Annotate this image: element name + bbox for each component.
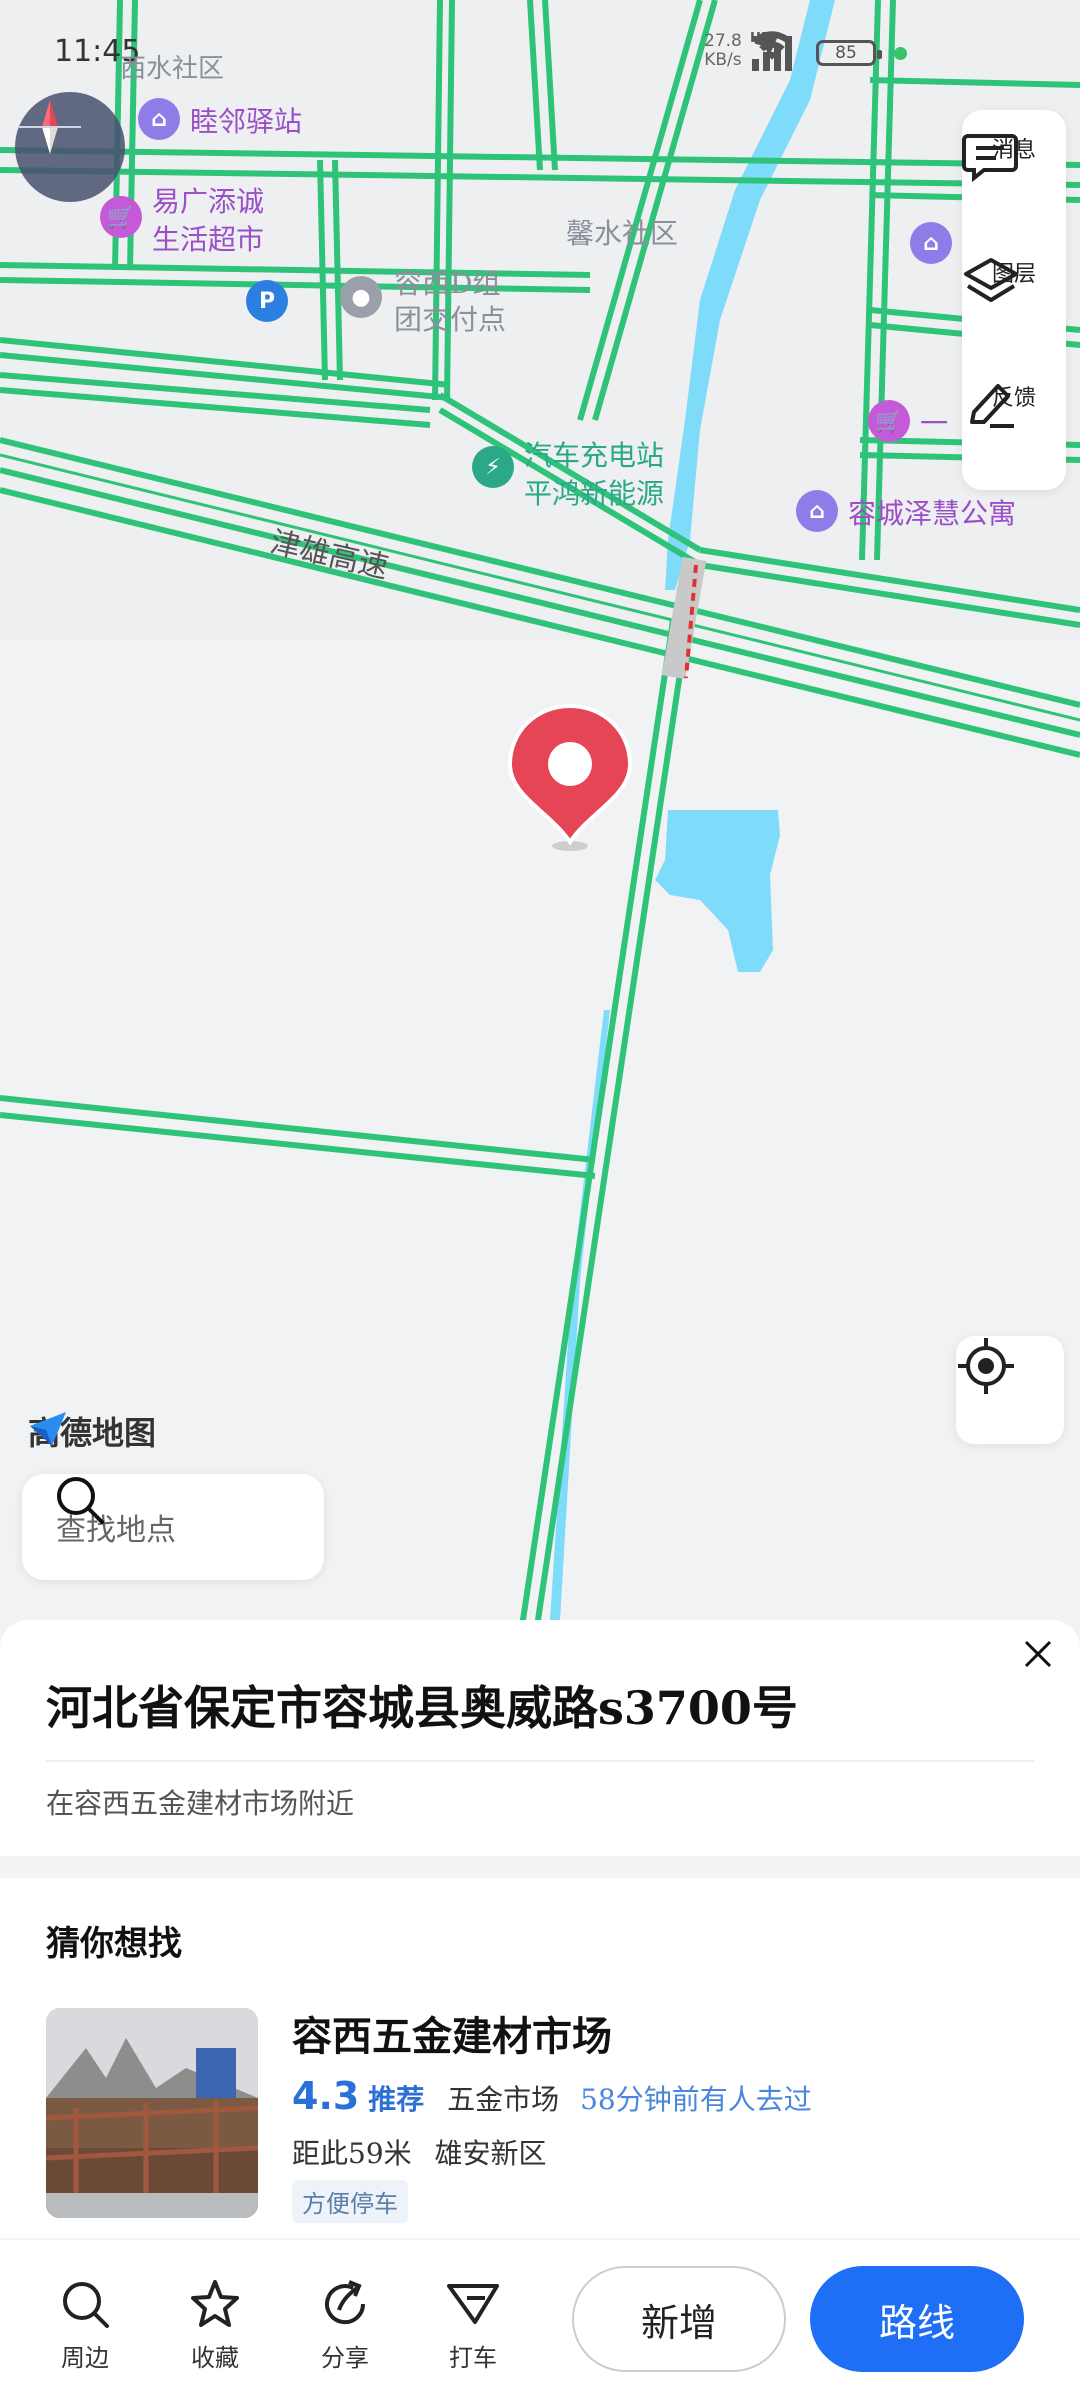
privacy-dot xyxy=(894,46,907,60)
shopping-cart-icon[interactable]: 🛒 xyxy=(868,400,910,442)
poi-recommend: 推荐 xyxy=(368,2083,425,2116)
feedback-button[interactable]: 反馈 xyxy=(962,380,1066,428)
pickup-point-icon[interactable]: ● xyxy=(340,276,382,318)
add-button[interactable]: 新增 xyxy=(572,2266,786,2372)
message-icon xyxy=(962,134,1018,182)
location-pin-icon[interactable] xyxy=(500,700,640,860)
poi-label-charging-line1[interactable]: 汽车充电站 xyxy=(524,434,664,474)
amap-logo: 高德地图 xyxy=(28,1408,156,1454)
share-button[interactable]: 分享 xyxy=(300,2278,390,2373)
favorite-button[interactable]: 收藏 xyxy=(170,2278,260,2373)
shopping-cart-icon[interactable]: 🛒 xyxy=(100,196,142,238)
route-button[interactable]: 路线 xyxy=(810,2266,1024,2372)
message-button[interactable]: 消息 xyxy=(962,132,1066,182)
poi-label-community: 馨水社区 xyxy=(566,217,679,250)
poi-tag: 方便停车 xyxy=(292,2180,408,2223)
speed-unit: KB/s xyxy=(704,50,742,70)
nearby-button[interactable]: 周边 xyxy=(40,2278,130,2373)
charging-station-icon[interactable]: ⚡ xyxy=(472,446,514,488)
hotel-icon[interactable]: ⌂ xyxy=(796,490,838,532)
map-tools-panel: 消息 图层 反馈 xyxy=(962,110,1066,490)
nearby-label: 周边 xyxy=(61,2344,109,2372)
status-icons: HD 85 xyxy=(750,28,907,78)
close-icon[interactable] xyxy=(1018,1634,1058,1674)
battery-indicator: 85 xyxy=(816,40,882,66)
place-address: 河北省保定市容城县奥威路s3700号 xyxy=(46,1681,798,1735)
taxi-button[interactable]: 打车 xyxy=(428,2278,518,2373)
poi-label-hostel[interactable]: 睦邻驿站 xyxy=(190,100,302,140)
hotel-icon[interactable]: ⌂ xyxy=(910,222,952,264)
search-icon xyxy=(63,2282,109,2328)
network-speed: 27.8 KB/s xyxy=(704,32,742,70)
share-label: 分享 xyxy=(321,2344,369,2372)
compass-icon xyxy=(19,100,81,154)
poi-label-market-line2[interactable]: 生活超市 xyxy=(152,218,264,258)
poi-label-zone: 西水社区 xyxy=(120,54,225,84)
search-box[interactable]: 查找地点 xyxy=(22,1474,324,1580)
wifi-icon xyxy=(751,31,793,60)
poi-name[interactable]: 容西五金建材市场 xyxy=(292,2004,612,2062)
parking-icon[interactable]: P xyxy=(246,280,288,322)
divider xyxy=(46,1760,1034,1762)
bottom-action-bar: 周边 收藏 分享 打车 新增 路线 xyxy=(0,2240,1080,2400)
locate-button[interactable] xyxy=(956,1336,1064,1444)
star-icon xyxy=(191,2280,239,2327)
compass-button[interactable] xyxy=(15,92,125,202)
speed-value: 27.8 xyxy=(704,31,742,51)
suggestion-card: 猜你想找 容西五金建材市场 4.3 推荐 五金市场 58分钟前有人去过 距此59… xyxy=(0,1878,1080,2238)
favorite-label: 收藏 xyxy=(191,2344,239,2372)
poi-photo[interactable] xyxy=(46,2008,258,2218)
poi-label-apartment[interactable]: 容城泽慧公寓 xyxy=(848,492,1016,532)
poi-distance: 距此59米 xyxy=(292,2137,412,2170)
poi-label-pickup-line2[interactable]: 团交付点 xyxy=(394,298,506,338)
layers-button[interactable]: 图层 xyxy=(962,256,1066,302)
layers-icon xyxy=(964,258,1018,302)
poi-label-shop-right[interactable]: 一 xyxy=(920,402,948,442)
amap-logo-icon xyxy=(30,1412,66,1446)
feedback-icon xyxy=(970,384,1014,428)
share-icon xyxy=(325,2280,366,2325)
poi-category: 五金市场 xyxy=(447,2083,560,2116)
poi-meta: 4.3 推荐 五金市场 58分钟前有人去过 xyxy=(292,2074,812,2118)
taxi-label: 打车 xyxy=(449,2344,497,2372)
nearby-landmark: 在容西五金建材市场附近 xyxy=(46,1787,355,1820)
address-card: 河北省保定市容城县奥威路s3700号 在容西五金建材市场附近 xyxy=(0,1620,1080,1856)
poi-location: 距此59米 雄安新区 xyxy=(292,2132,547,2172)
search-icon xyxy=(57,1477,104,1524)
poi-label-market-line1[interactable]: 易广添诚 xyxy=(152,180,264,220)
poi-rating: 4.3 xyxy=(292,2074,360,2118)
suggestion-title: 猜你想找 xyxy=(46,1924,182,1964)
poi-district: 雄安新区 xyxy=(434,2137,547,2170)
poi-visited: 58分钟前有人去过 xyxy=(580,2083,812,2116)
poi-label-charging-line2[interactable]: 平鸿新能源 xyxy=(524,472,664,512)
hotel-icon[interactable]: ⌂ xyxy=(138,98,180,140)
taxi-icon xyxy=(447,2284,499,2324)
poi-label-pickup-line1[interactable]: 容西D组 xyxy=(394,262,500,302)
locate-icon xyxy=(958,1338,1014,1394)
map-canvas[interactable]: 11:45 27.8 KB/s HD 85 西水社区 ⌂ 睦邻驿站 🛒 易广添诚 xyxy=(0,0,1080,1640)
